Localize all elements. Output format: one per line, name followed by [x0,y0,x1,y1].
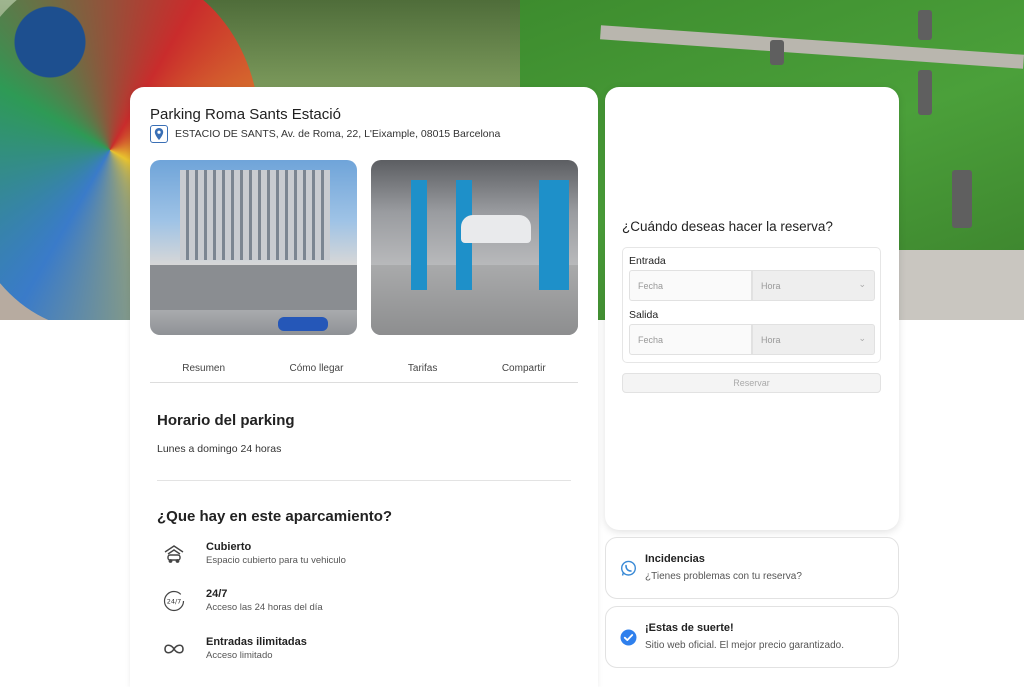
chevron-down-icon: ⌄ [858,279,866,289]
schedule-heading: Horario del parking [157,412,295,429]
booking-card: ¿Cuándo deseas hacer la reserva? Entrada… [605,87,899,530]
parking-photo-interior[interactable] [371,160,578,335]
feature-title: 24/7 [206,588,228,600]
svg-text:24/7: 24/7 [167,598,182,606]
booking-form: Entrada Fecha Hora ⌄ Salida Fecha Hora ⌄ [622,247,881,363]
parking-photo-exterior[interactable] [150,160,357,335]
tab-resumen[interactable]: Resumen [182,361,225,382]
address-text: ESTACIO DE SANTS, Av. de Roma, 22, L'Eix… [175,128,501,140]
whatsapp-icon [620,560,637,577]
exit-label: Salida [629,309,659,321]
entry-date-input[interactable]: Fecha [629,270,752,301]
infinity-icon [160,635,188,663]
exit-time-select[interactable]: Hora ⌄ [752,324,875,355]
hero-post [952,170,972,228]
features-heading: ¿Que hay en este aparcamiento? [157,508,393,525]
tab-compartir[interactable]: Compartir [502,361,546,382]
photo-station-base [150,265,357,310]
map-pin-icon [150,125,168,143]
hero-post [918,10,932,40]
entry-label: Entrada [629,255,666,267]
feature-item: Entradas ilimitadas Acceso limitado [160,635,307,663]
best-price-subtitle: Sitio web oficial. El mejor precio garan… [645,640,844,651]
info-tabs: Resumen Cómo llegar Tarifas Compartir [150,361,578,383]
section-divider [157,480,571,481]
chevron-down-icon: ⌄ [858,333,866,343]
feature-subtitle: Acceso limitado [206,650,273,661]
feature-subtitle: Espacio cubierto para tu vehiculo [206,555,346,566]
schedule-text: Lunes a domingo 24 horas [157,443,282,455]
best-price-title: ¡Estas de suerte! [645,622,734,634]
exit-time-placeholder: Hora [761,335,781,345]
parking-info-card: Parking Roma Sants Estació ESTACIO DE SA… [130,87,598,687]
hero-post [770,40,784,65]
photo-car [278,317,328,331]
page-title: Parking Roma Sants Estació [150,106,341,123]
feature-title: Cubierto [206,541,252,553]
booking-question: ¿Cuándo deseas hacer la reserva? [622,219,833,234]
entry-time-placeholder: Hora [761,281,781,291]
photo-pillar [539,180,569,290]
photo-building [180,170,330,260]
covered-parking-icon [160,540,188,568]
reserve-button[interactable]: Reservar [622,373,881,393]
photo-car [461,215,531,243]
incidents-subtitle: ¿Tienes problemas con tu reserva? [645,571,802,582]
tab-como-llegar[interactable]: Cómo llegar [290,361,344,382]
check-circle-icon [620,629,637,646]
feature-title: Entradas ilimitadas [206,636,307,648]
address-row: ESTACIO DE SANTS, Av. de Roma, 22, L'Eix… [150,125,500,143]
tab-tarifas[interactable]: Tarifas [408,361,437,382]
entry-time-select[interactable]: Hora ⌄ [752,270,875,301]
feature-item: 24/7 24/7 Acceso las 24 horas del día [160,587,323,615]
best-price-card: ¡Estas de suerte! Sitio web oficial. El … [605,606,899,668]
incidents-card[interactable]: Incidencias ¿Tienes problemas con tu res… [605,537,899,599]
incidents-title: Incidencias [645,553,705,565]
feature-subtitle: Acceso las 24 horas del día [206,602,323,613]
exit-date-input[interactable]: Fecha [629,324,752,355]
clock-24-7-icon: 24/7 [160,587,188,615]
photo-pillar [411,180,427,290]
feature-item: Cubierto Espacio cubierto para tu vehicu… [160,540,346,568]
hero-post [918,70,932,115]
